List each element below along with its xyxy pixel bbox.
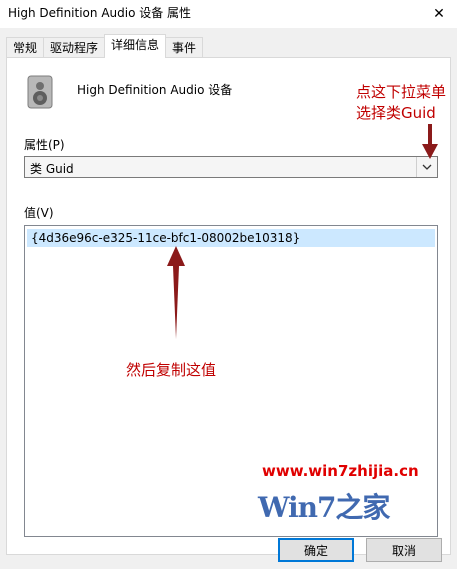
- window-title: High Definition Audio 设备 属性: [8, 6, 192, 20]
- chevron-down-icon[interactable]: [416, 157, 437, 177]
- cancel-button[interactable]: 取消: [366, 538, 442, 562]
- close-button[interactable]: ✕: [421, 0, 457, 28]
- copy-annotation: 然后复制这值: [126, 361, 217, 379]
- property-dropdown[interactable]: 类 Guid: [24, 156, 438, 178]
- watermark-url: www.win7zhijia.cn: [262, 462, 419, 480]
- tab-details[interactable]: 详细信息: [104, 34, 167, 58]
- value-label: 值(V): [24, 206, 54, 220]
- tab-strip: 常规 驱动程序 详细信息 事件: [6, 34, 204, 58]
- arrow-up-icon: [167, 246, 185, 339]
- dropdown-annotation-line2: 选择类Guid: [356, 104, 436, 122]
- tab-general[interactable]: 常规: [6, 37, 45, 58]
- ok-button[interactable]: 确定: [278, 538, 354, 562]
- property-label: 属性(P): [24, 138, 65, 152]
- details-panel: High Definition Audio 设备 属性(P) 类 Guid 值(…: [6, 57, 451, 555]
- arrow-down-icon: [422, 124, 438, 159]
- dropdown-annotation-line1: 点这下拉菜单: [356, 83, 447, 101]
- speaker-icon: [27, 75, 53, 109]
- tab-events[interactable]: 事件: [165, 37, 204, 58]
- title-bar: High Definition Audio 设备 属性 ✕: [0, 0, 457, 28]
- tab-driver[interactable]: 驱动程序: [43, 37, 106, 58]
- property-selected-value: 类 Guid: [30, 162, 74, 176]
- watermark-logo: Win7之家: [258, 491, 390, 524]
- list-item[interactable]: {4d36e96c-e325-11ce-bfc1-08002be10318}: [27, 229, 435, 247]
- device-name: High Definition Audio 设备: [77, 83, 233, 97]
- close-icon: ✕: [433, 6, 445, 22]
